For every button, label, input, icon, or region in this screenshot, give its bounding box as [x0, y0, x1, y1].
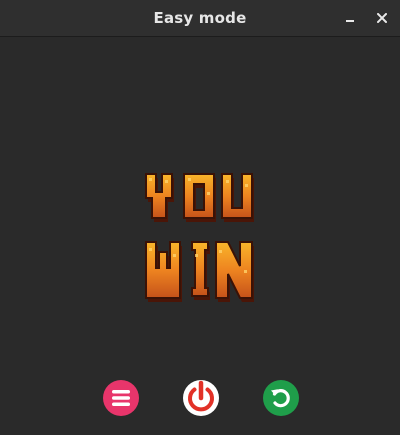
restart-button[interactable]	[262, 379, 300, 417]
game-controls	[0, 379, 400, 417]
game-window: Easy mode	[0, 0, 400, 435]
you-win-banner	[145, 173, 254, 302]
hamburger-menu-icon	[103, 380, 139, 416]
close-icon	[377, 13, 387, 23]
minimize-icon	[346, 20, 354, 22]
power-icon	[183, 380, 219, 416]
title-bar: Easy mode	[0, 0, 400, 37]
power-button[interactable]	[182, 379, 220, 417]
win-text-art	[145, 241, 254, 302]
you-text-art	[145, 173, 254, 222]
restart-icon	[263, 380, 299, 416]
game-stage	[0, 37, 400, 435]
minimize-button[interactable]	[341, 9, 359, 27]
window-title: Easy mode	[153, 9, 247, 27]
close-button[interactable]	[373, 9, 391, 27]
menu-button[interactable]	[102, 379, 140, 417]
